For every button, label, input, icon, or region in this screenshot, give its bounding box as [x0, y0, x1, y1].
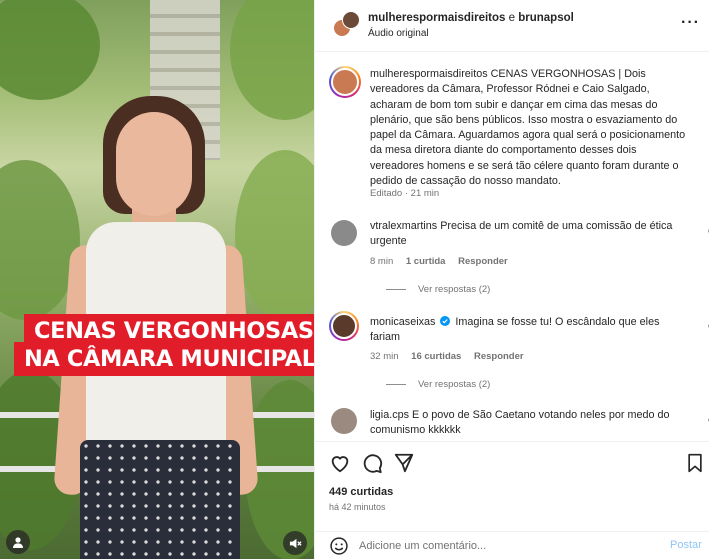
collab-avatars[interactable] [333, 11, 360, 37]
heart-icon[interactable] [329, 452, 351, 474]
comment-likes[interactable]: 16 curtidas [411, 351, 461, 362]
comment-meta: 8 min 1 curtida Responder [370, 256, 508, 267]
more-horizontal-icon: ··· [681, 14, 700, 31]
more-options-button[interactable]: ··· [681, 14, 700, 32]
emoji-icon[interactable] [329, 536, 349, 556]
comment-text: ligia.cps E o povo de São Caetano votand… [370, 408, 692, 439]
comment-username[interactable]: vtralexmartins [370, 220, 437, 232]
comment-likes[interactable]: 1 curtida [406, 256, 446, 267]
comment-body: E o povo de São Caetano votando neles po… [370, 409, 670, 437]
comment-time: 8 min [370, 256, 394, 267]
avatar[interactable] [331, 408, 357, 434]
avatar[interactable] [331, 220, 357, 246]
speaker-muted-icon [289, 538, 302, 548]
reply-button[interactable]: Responder [458, 256, 508, 267]
person-face [116, 112, 192, 216]
view-replies-button[interactable]: Ver respostas (2) [386, 284, 490, 295]
caption-text: mulherespormaisdireitos CENAS VERGONHOSA… [370, 67, 690, 189]
author-link-1[interactable]: mulherespormaisdireitos [368, 12, 505, 24]
story-ring[interactable] [329, 66, 361, 98]
comment-username[interactable]: monicaseixas [370, 316, 435, 328]
avatar [342, 11, 360, 29]
story-ring[interactable] [329, 311, 359, 341]
audio-link[interactable]: Áudio original [368, 28, 429, 39]
divider [386, 289, 406, 290]
view-replies-label: Ver respostas (2) [418, 379, 491, 390]
comments-scroll-area[interactable]: mulherespormaisdireitos CENAS VERGONHOSA… [315, 53, 709, 440]
post-authors: mulherespormaisdireitos e brunapsol [368, 12, 574, 24]
user-icon [13, 537, 23, 548]
bookmark-icon[interactable] [685, 452, 705, 474]
caption-body: CENAS VERGONHOSAS | Dois vereadores da C… [370, 68, 686, 188]
author-conjunction: e [508, 12, 516, 24]
comment-input[interactable] [359, 537, 659, 555]
post-header: mulherespormaisdireitos e brunapsol Áudi… [315, 0, 709, 52]
comment-username[interactable]: ligia.cps [370, 409, 409, 421]
send-icon[interactable] [393, 452, 415, 474]
caption-username[interactable]: mulherespormaisdireitos [370, 68, 488, 80]
foliage [235, 150, 314, 320]
comment-meta: 32 min 16 curtidas Responder [370, 351, 524, 362]
author-link-2[interactable]: brunapsol [518, 12, 574, 24]
person-skirt [80, 440, 240, 559]
video-banner-line2: NA CÂMARA MUNICIPAL! [14, 342, 314, 376]
avatar [331, 313, 357, 339]
like-count[interactable]: 449 curtidas [329, 486, 393, 498]
verified-badge-icon [440, 316, 451, 326]
caption-meta: Editado · 21 min [370, 188, 440, 199]
view-replies-button[interactable]: Ver respostas (2) [386, 379, 490, 390]
mute-button[interactable] [283, 531, 307, 555]
reel-video[interactable]: CENAS VERGONHOSAS NA CÂMARA MUNICIPAL! [0, 0, 314, 559]
comment-text: monicaseixas Imagina se fosse tu! O escâ… [370, 315, 688, 346]
post-actions: 449 curtidas há 42 minutos [315, 441, 709, 531]
avatar [331, 68, 359, 96]
post-button[interactable]: Postar [670, 539, 702, 551]
post-panel: mulherespormaisdireitos e brunapsol Áudi… [314, 0, 709, 559]
divider [386, 384, 406, 385]
reply-button[interactable]: Responder [474, 351, 524, 362]
foliage [0, 0, 100, 100]
post-time: há 42 minutos [329, 502, 386, 512]
comment-time: 32 min [370, 351, 399, 362]
tagged-user-button[interactable] [6, 530, 30, 554]
view-replies-label: Ver respostas (2) [418, 284, 491, 295]
comment-composer: Postar [315, 531, 709, 559]
comment-text: vtralexmartins Precisa de um comitê de u… [370, 219, 692, 250]
foliage [230, 0, 314, 120]
comment-icon[interactable] [361, 452, 383, 474]
